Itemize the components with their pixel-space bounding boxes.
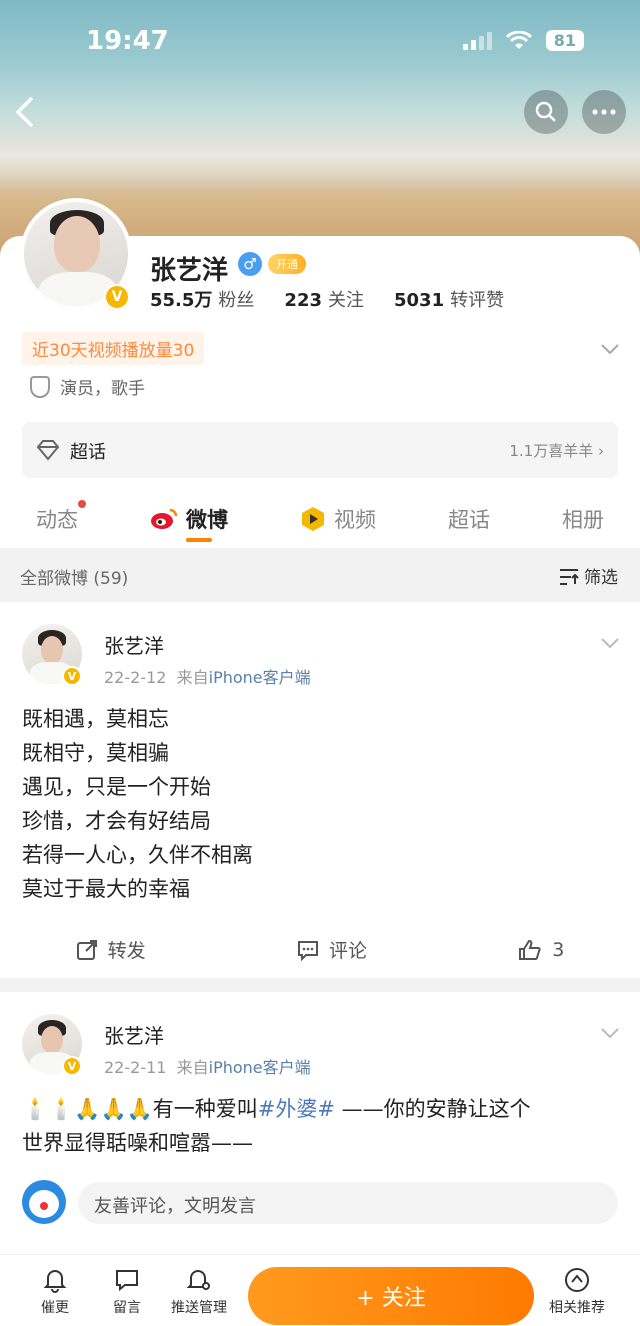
repost-icon — [76, 939, 97, 960]
tab-video[interactable]: 视频 — [300, 504, 376, 534]
expand-profile-button[interactable] — [600, 336, 620, 360]
search-icon — [535, 101, 556, 122]
supertopic-followers: 1.1万喜羊羊 › — [509, 442, 604, 460]
repost-button[interactable]: 转发 — [76, 936, 146, 963]
status-icons: 81 — [462, 30, 584, 51]
engagement-stat[interactable]: 5031 转评赞 — [394, 286, 504, 312]
comment-box: 友善评论，文明发言 — [22, 1180, 618, 1226]
tab-supertopic[interactable]: 超话 — [448, 504, 490, 534]
post-meta: 22-2-12 来自iPhone客户端 — [104, 668, 311, 687]
post-card: V 张艺洋 22-2-12 来自iPhone客户端 既相遇，莫相忘 既相守，莫相… — [0, 602, 640, 978]
follow-button[interactable]: + 关注 — [248, 1267, 534, 1325]
chevron-down-icon — [601, 638, 619, 649]
post-author[interactable]: 张艺洋 — [104, 1020, 164, 1049]
following-stat[interactable]: 223 关注 — [284, 286, 364, 312]
search-button[interactable] — [524, 90, 568, 134]
profile-name: 张艺洋 — [150, 256, 229, 286]
video-play-icon — [302, 507, 324, 531]
male-gender-icon: ♂ — [238, 252, 262, 276]
chevron-down-icon — [601, 1028, 619, 1039]
like-button[interactable]: 3 — [518, 936, 564, 963]
user-avatar — [22, 1180, 66, 1224]
filter-button[interactable]: 筛选 — [559, 563, 618, 588]
comment-input[interactable]: 友善评论，文明发言 — [78, 1182, 618, 1224]
notification-dot — [78, 500, 86, 508]
more-button[interactable] — [582, 90, 626, 134]
chevron-down-icon — [601, 344, 619, 355]
supertopic-label: 超话 — [70, 442, 106, 463]
tab-album[interactable]: 相册 — [562, 504, 604, 534]
message-icon — [116, 1270, 138, 1292]
supertopic-entry[interactable]: 超话 1.1万喜羊羊 › — [22, 422, 618, 478]
post-menu-button[interactable] — [600, 630, 620, 654]
post-author[interactable]: 张艺洋 — [104, 630, 164, 659]
vip-badge[interactable]: 开通 — [268, 254, 306, 274]
profile-page: 19:47 81 V 张艺洋 ♂ 开通 55.5万 粉丝 223 关注 5031 转评… — [0, 0, 640, 1326]
post-divider — [0, 978, 640, 992]
weibo-icon — [151, 508, 178, 529]
status-time: 19:47 — [86, 26, 169, 56]
tab-weibo[interactable]: 微博 — [150, 504, 228, 534]
comment-button[interactable]: 评论 — [297, 936, 367, 963]
profile-stats: 55.5万 粉丝 223 关注 5031 转评赞 — [150, 286, 504, 312]
related-recommend-button[interactable]: 相关推荐 — [542, 1267, 612, 1317]
battery-indicator: 81 — [545, 30, 584, 51]
all-posts-count: 全部微博 (59) — [20, 569, 129, 589]
nudge-button[interactable]: 催更 — [20, 1267, 90, 1317]
video-views-pill: 近30天视频播放量30 — [22, 332, 205, 365]
profile-tagline: 演员，歌手 — [30, 374, 145, 399]
profile-tabs: 动态 微博 视频 超话 相册 — [0, 494, 640, 544]
comment-icon — [297, 940, 318, 961]
compass-icon — [565, 1268, 589, 1292]
post-actions: 转发 评论 3 — [0, 936, 640, 963]
more-icon — [592, 109, 616, 115]
post-body: 🕯️🕯️🙏🙏🙏有一种爱叫#外婆# ——你的安静让这个 世界显得聒噪和喧嚣—— — [22, 1097, 531, 1155]
post-body: 既相遇，莫相忘 既相守，莫相骗 遇见，只是一个开始 珍惜，才会有好结局 若得一人… — [22, 707, 253, 901]
verified-badge-icon: V — [104, 284, 130, 310]
wifi-icon — [505, 30, 532, 49]
tab-feed[interactable]: 动态 — [36, 500, 86, 534]
tagline-text: 演员，歌手 — [60, 379, 145, 399]
verified-badge-icon: V — [62, 666, 82, 686]
push-settings-button[interactable]: 推送管理 — [164, 1267, 234, 1317]
bell-icon — [43, 1270, 67, 1293]
filter-bar: 全部微博 (59) 筛选 — [0, 548, 640, 602]
hashtag-link[interactable]: #外婆# — [258, 1097, 335, 1121]
post-meta: 22-2-11 来自iPhone客户端 — [104, 1058, 311, 1077]
bell-settings-icon — [186, 1270, 210, 1290]
verified-badge-icon: V — [62, 1056, 82, 1076]
thumbs-up-icon — [519, 939, 541, 960]
diamond-icon — [36, 440, 60, 461]
bottom-action-bar: 催更 留言 推送管理 + 关注 相关推荐 — [0, 1254, 640, 1326]
message-button[interactable]: 留言 — [92, 1267, 162, 1317]
shield-icon — [30, 375, 50, 398]
signal-icon — [462, 31, 492, 50]
back-arrow-icon — [15, 96, 34, 128]
followers-stat[interactable]: 55.5万 粉丝 — [150, 286, 254, 312]
active-tab-indicator — [186, 538, 212, 542]
post-menu-button[interactable] — [600, 1020, 620, 1044]
back-button[interactable] — [14, 96, 46, 128]
filter-icon — [559, 569, 579, 585]
